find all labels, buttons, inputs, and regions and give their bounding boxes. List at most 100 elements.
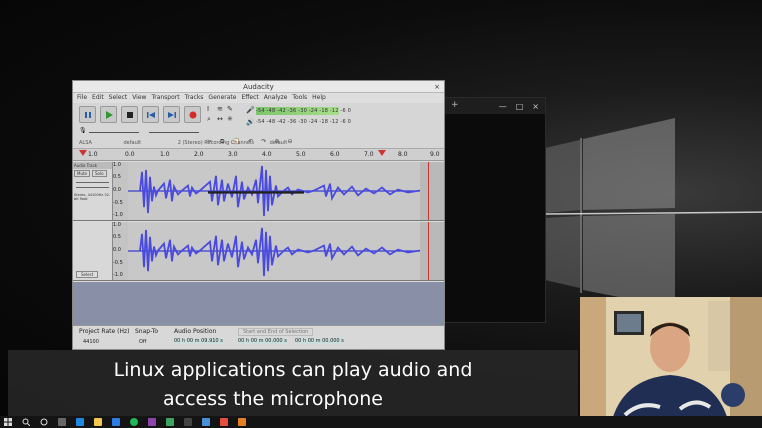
speaker-icon: 🔊 [246,118,255,126]
app-icon[interactable] [58,418,66,426]
playback-meter[interactable]: -54 -48 -42 -36 -30 -24 -18 -12 -6 0 [256,118,416,126]
playback-device-select[interactable]: default [270,140,288,146]
ruler-tick: 8.0 [398,151,408,158]
ruler-tick: 2.0 [194,151,204,158]
skip-start-button[interactable] [142,106,159,123]
stop-button[interactable] [121,106,138,123]
menu-analyze[interactable]: Analyze [264,93,288,103]
track-empty-area [420,162,444,220]
new-tab-button[interactable]: + [451,100,459,110]
caption-line-1: Linux applications can play audio and [113,359,473,381]
menu-help[interactable]: Help [312,93,326,103]
menu-edit[interactable]: Edit [92,93,104,103]
spotify-icon[interactable] [130,418,138,426]
audio-position-field[interactable]: 00 h 00 m 09.910 s [174,338,223,344]
app-green-icon[interactable] [166,418,174,426]
menu-tracks[interactable]: Tracks [185,93,204,103]
timeline-ruler[interactable]: 1.0 0.0 1.0 2.0 3.0 4.0 5.0 6.0 7.0 8.0 … [73,149,444,161]
terminal-titlebar[interactable]: + — □ × [445,98,545,114]
selection-start-field[interactable]: 00 h 00 m 00.000 s [238,338,287,344]
scale-label: 0.5 [113,174,121,180]
store-icon[interactable] [112,418,120,426]
windows-taskbar [0,416,762,428]
mixer-toolbar: 🎙 [79,127,199,136]
recording-channels-select[interactable]: 2 (Stereo) Recording Channels [178,140,254,146]
pause-button[interactable] [79,106,96,123]
caption-line-2: access the microphone [163,388,383,410]
timeshift-tool-icon[interactable]: ↔ [217,115,223,123]
menu-file[interactable]: File [77,93,87,103]
menu-tools[interactable]: Tools [292,93,307,103]
desktop: + — □ × Audacity × File Edit Select View… [0,0,762,428]
ruler-tick: 4.0 [262,151,272,158]
edge-icon[interactable] [76,418,84,426]
device-toolbar: ALSA default 2 (Stereo) Recording Channe… [79,140,439,146]
subtitle-caption: Linux applications can play audio and ac… [8,350,578,416]
mute-button[interactable]: Mute [74,170,91,177]
multi-tool-icon[interactable]: ✳ [227,115,233,123]
minimize-button[interactable]: — [499,102,507,111]
skip-end-button[interactable] [163,106,180,123]
toolbar: I ≋ ✎ ⌕ ↔ ✳ 🎤 -54 -48 -42 -36 -30 -24 -1… [73,103,444,149]
draw-tool-icon[interactable]: ✎ [227,105,233,113]
recording-device-select[interactable]: default [124,140,142,146]
menu-generate[interactable]: Generate [208,93,236,103]
stop-icon [126,111,133,118]
track-control-panel: Audio Track Mute Solo Stereo, 44100Hz 32… [73,162,113,220]
webcam-feed [580,297,762,428]
close-icon[interactable]: × [434,81,440,93]
playback-volume-slider[interactable] [149,132,199,133]
play-button[interactable] [100,106,117,123]
waveform-right[interactable] [128,222,420,280]
host-select[interactable]: ALSA [79,140,92,146]
menu-effect[interactable]: Effect [241,93,258,103]
zoom-tool-icon[interactable]: ⌕ [207,115,211,124]
playhead [428,162,429,220]
app-red-icon[interactable] [220,418,228,426]
solo-button[interactable]: Solo [92,170,107,177]
menu-select[interactable]: Select [109,93,128,103]
file-explorer-icon[interactable] [94,418,102,426]
terminal-window[interactable]: + — □ × [444,97,546,323]
selection-end-field[interactable]: 00 h 00 m 00.000 s [295,338,344,344]
playhead-right [428,222,429,280]
close-button[interactable]: × [532,102,539,111]
start-marker-icon [79,150,87,156]
audio-track-left[interactable]: Audio Track Mute Solo Stereo, 44100Hz 32… [73,162,444,221]
pause-icon [84,111,91,118]
audacity-window[interactable]: Audacity × File Edit Select View Transpo… [72,80,445,350]
ruler-tick: 3.0 [228,151,238,158]
track-select-button[interactable]: Select [76,271,99,278]
menu-view[interactable]: View [132,93,146,103]
ruler-tick: 5.0 [296,151,306,158]
windows-logo-wallpaper [545,118,762,308]
audacity-titlebar: Audacity × [73,81,444,93]
maximize-button[interactable]: □ [516,102,524,111]
pan-slider[interactable] [76,187,109,188]
audacity-taskbar-icon[interactable] [238,418,246,426]
track-area-background [73,282,444,325]
waveform-left[interactable] [128,162,420,220]
mixer-mic-icon: 🎙 [79,127,87,134]
snap-to-select[interactable]: Off [139,339,146,345]
track-name-button[interactable]: Audio Track [73,162,112,169]
selection-mode-select[interactable]: Start and End of Selection [238,328,314,336]
project-rate-select[interactable]: 44100 [83,339,99,345]
track-empty-area-right [420,222,444,280]
app-blue-icon[interactable] [202,418,210,426]
menu-transport[interactable]: Transport [151,93,179,103]
audio-track-right[interactable]: Select 1.0 0.5 0.0 -0.5 -1.0 [73,222,444,281]
search-icon[interactable] [22,418,30,426]
scale-label: -1.0 [113,212,123,218]
skip-end-icon [167,111,176,118]
record-button[interactable] [184,106,201,123]
record-meter[interactable]: -54 -48 -42 -36 -30 -24 -18 -12 -6 0 [256,107,366,115]
gain-slider[interactable] [76,182,109,183]
windows-start-icon[interactable] [4,418,12,426]
task-view-icon[interactable] [40,418,48,426]
selection-tool-icon[interactable]: I [207,105,209,113]
record-volume-slider[interactable] [89,132,139,133]
terminal-icon[interactable] [184,418,192,426]
envelope-tool-icon[interactable]: ≋ [217,105,223,113]
visual-studio-icon[interactable] [148,418,156,426]
